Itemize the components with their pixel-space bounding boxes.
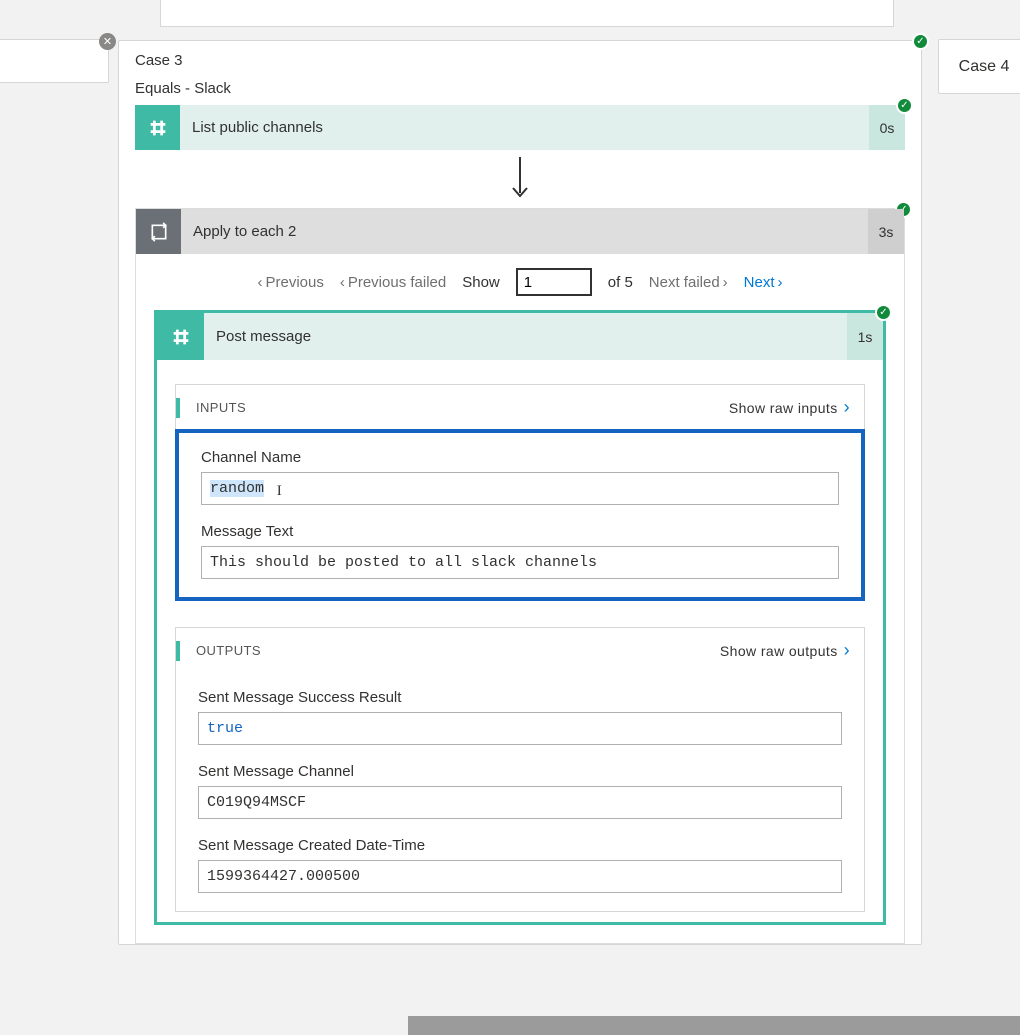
action-title: List public channels — [180, 105, 869, 150]
channel-label: Sent Message Channel — [198, 763, 842, 780]
case-card-left[interactable] — [0, 39, 109, 83]
case-card-right[interactable]: Case 4 — [938, 39, 1020, 94]
case-title: Case 3 — [119, 41, 921, 80]
case-subtitle: Equals - Slack — [119, 80, 921, 105]
post-message-card: ✓ Post message 1s INPUTS Show raw inputs… — [154, 310, 886, 925]
previous-failed-button[interactable]: ‹Previous failed — [340, 274, 446, 291]
previous-button[interactable]: ‹Previous — [257, 274, 323, 291]
show-raw-inputs-button[interactable]: Show raw inputs › — [729, 397, 850, 418]
next-button[interactable]: Next› — [744, 274, 783, 291]
of-total: of 5 — [608, 274, 633, 291]
message-text-field[interactable]: This should be posted to all slack chann… — [201, 546, 839, 579]
check-icon: ✓ — [912, 33, 929, 50]
channel-value-field[interactable]: C019Q94MSCF — [198, 786, 842, 819]
inputs-header: INPUTS — [176, 398, 246, 418]
show-raw-outputs-button[interactable]: Show raw outputs › — [720, 640, 850, 661]
success-value: true — [207, 720, 243, 737]
action-apply-to-each[interactable]: Apply to each 2 3s — [136, 209, 904, 254]
apply-to-each-container: ✓ Apply to each 2 3s ‹Previous ‹Previous… — [135, 208, 905, 944]
loop-title: Apply to each 2 — [181, 209, 868, 254]
page-input[interactable] — [516, 268, 592, 296]
inputs-highlight: Channel Name random I Message Text This … — [175, 429, 865, 601]
post-duration: 1s — [847, 313, 883, 360]
next-failed-button[interactable]: Next failed› — [649, 274, 728, 291]
success-value-field[interactable]: true — [198, 712, 842, 745]
show-label: Show — [462, 274, 500, 291]
horizontal-scrollbar[interactable] — [408, 1016, 1020, 1035]
created-label: Sent Message Created Date-Time — [198, 837, 842, 854]
case4-label: Case 4 — [959, 58, 1010, 76]
case3-panel: ✓ Case 3 Equals - Slack ✓ List public ch… — [118, 40, 922, 945]
channel-name-label: Channel Name — [201, 449, 839, 466]
post-title: Post message — [204, 313, 847, 360]
message-text-value: This should be posted to all slack chann… — [210, 554, 597, 571]
loop-duration: 3s — [868, 209, 904, 254]
slack-icon — [157, 313, 204, 360]
loop-icon — [136, 209, 181, 254]
close-icon[interactable]: ✕ — [99, 33, 116, 50]
success-label: Sent Message Success Result — [198, 689, 842, 706]
inputs-section: INPUTS Show raw inputs › Channel Name ra… — [175, 384, 865, 601]
outputs-header: OUTPUTS — [176, 641, 261, 661]
action-post-message[interactable]: Post message 1s — [157, 313, 883, 360]
message-text-label: Message Text — [201, 523, 839, 540]
channel-name-field[interactable]: random I — [201, 472, 839, 505]
outputs-section: OUTPUTS Show raw outputs › Sent Message … — [175, 627, 865, 912]
chevron-right-icon: › — [844, 397, 850, 418]
arrow-down-icon — [135, 150, 905, 208]
pager: ‹Previous ‹Previous failed Show of 5 Nex… — [136, 254, 904, 310]
slack-icon — [135, 105, 180, 150]
channel-value: C019Q94MSCF — [207, 794, 306, 811]
channel-name-value: random — [210, 480, 264, 497]
text-cursor-icon: I — [273, 483, 282, 499]
chevron-right-icon: › — [844, 640, 850, 661]
check-icon: ✓ — [875, 304, 892, 321]
created-value-field[interactable]: 1599364427.000500 — [198, 860, 842, 893]
created-value: 1599364427.000500 — [207, 868, 360, 885]
previous-step-stub — [160, 0, 894, 27]
check-icon: ✓ — [896, 97, 913, 114]
action-list-channels[interactable]: ✓ List public channels 0s — [135, 105, 905, 150]
